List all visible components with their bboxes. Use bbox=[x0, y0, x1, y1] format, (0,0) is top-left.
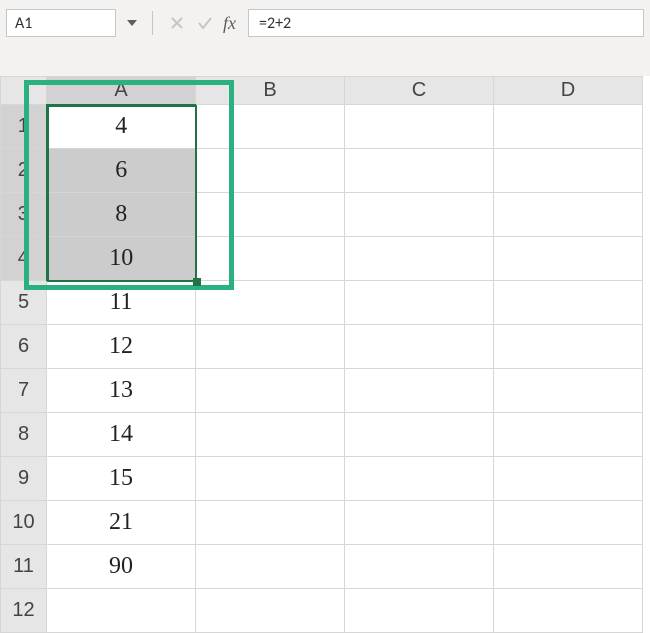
cell-d10[interactable] bbox=[494, 501, 643, 545]
cell-d2[interactable] bbox=[494, 149, 643, 193]
cell-d7[interactable] bbox=[494, 369, 643, 413]
formula-input[interactable]: =2+2 bbox=[248, 9, 644, 37]
cell-c12[interactable] bbox=[345, 589, 494, 633]
cell-d12[interactable] bbox=[494, 589, 643, 633]
cell-b12[interactable] bbox=[196, 589, 345, 633]
cell-a7[interactable]: 13 bbox=[47, 369, 196, 413]
cell-d11[interactable] bbox=[494, 545, 643, 589]
cell-a8[interactable]: 14 bbox=[47, 413, 196, 457]
cell-d9[interactable] bbox=[494, 457, 643, 501]
cancel-icon bbox=[163, 10, 191, 36]
cell-a1[interactable]: 4 bbox=[47, 105, 196, 149]
cell-b1[interactable] bbox=[196, 105, 345, 149]
cell-c4[interactable] bbox=[345, 237, 494, 281]
row-header-1[interactable]: 1 bbox=[1, 105, 47, 149]
cell-a11[interactable]: 90 bbox=[47, 545, 196, 589]
cell-b4[interactable] bbox=[196, 237, 345, 281]
cell-c1[interactable] bbox=[345, 105, 494, 149]
row-header-11[interactable]: 11 bbox=[1, 545, 47, 589]
cell-c8[interactable] bbox=[345, 413, 494, 457]
row-header-3[interactable]: 3 bbox=[1, 193, 47, 237]
name-box[interactable]: A1 bbox=[6, 9, 116, 37]
fill-handle[interactable] bbox=[193, 278, 201, 286]
col-header-d[interactable]: D bbox=[494, 77, 643, 105]
cell-b5[interactable] bbox=[196, 281, 345, 325]
cell-a3[interactable]: 8 bbox=[47, 193, 196, 237]
cell-b9[interactable] bbox=[196, 457, 345, 501]
row-header-9[interactable]: 9 bbox=[1, 457, 47, 501]
col-header-c[interactable]: C bbox=[345, 77, 494, 105]
cell-d8[interactable] bbox=[494, 413, 643, 457]
row-header-8[interactable]: 8 bbox=[1, 413, 47, 457]
cell-a4[interactable]: 10 bbox=[47, 237, 196, 281]
formula-value: =2+2 bbox=[259, 14, 291, 33]
row-header-4[interactable]: 4 bbox=[1, 237, 47, 281]
cell-a9[interactable]: 15 bbox=[47, 457, 196, 501]
cell-d6[interactable] bbox=[494, 325, 643, 369]
cell-c9[interactable] bbox=[345, 457, 494, 501]
row-header-10[interactable]: 10 bbox=[1, 501, 47, 545]
cell-b6[interactable] bbox=[196, 325, 345, 369]
row-header-12[interactable]: 12 bbox=[1, 589, 47, 633]
cell-b8[interactable] bbox=[196, 413, 345, 457]
cell-d5[interactable] bbox=[494, 281, 643, 325]
cell-d4[interactable] bbox=[494, 237, 643, 281]
name-box-value: A1 bbox=[15, 14, 32, 33]
cell-c6[interactable] bbox=[345, 325, 494, 369]
row-header-6[interactable]: 6 bbox=[1, 325, 47, 369]
row-header-5[interactable]: 5 bbox=[1, 281, 47, 325]
col-header-b[interactable]: B bbox=[196, 77, 345, 105]
name-box-dropdown[interactable] bbox=[122, 20, 142, 26]
cell-a2[interactable]: 6 bbox=[47, 149, 196, 193]
divider bbox=[152, 11, 153, 35]
cell-d1[interactable] bbox=[494, 105, 643, 149]
enter-icon bbox=[191, 10, 219, 36]
row-header-7[interactable]: 7 bbox=[1, 369, 47, 413]
cell-a12[interactable] bbox=[47, 589, 196, 633]
cell-c3[interactable] bbox=[345, 193, 494, 237]
select-all-corner[interactable] bbox=[1, 77, 47, 105]
cell-c7[interactable] bbox=[345, 369, 494, 413]
cell-b10[interactable] bbox=[196, 501, 345, 545]
cell-b11[interactable] bbox=[196, 545, 345, 589]
cell-c11[interactable] bbox=[345, 545, 494, 589]
cell-b2[interactable] bbox=[196, 149, 345, 193]
ribbon-gap bbox=[0, 46, 650, 76]
cell-c10[interactable] bbox=[345, 501, 494, 545]
row-header-2[interactable]: 2 bbox=[1, 149, 47, 193]
cell-a10[interactable]: 21 bbox=[47, 501, 196, 545]
cell-d3[interactable] bbox=[494, 193, 643, 237]
cell-a5[interactable]: 11 bbox=[47, 281, 196, 325]
cell-b3[interactable] bbox=[196, 193, 345, 237]
cell-a6[interactable]: 12 bbox=[47, 325, 196, 369]
col-header-a[interactable]: A bbox=[47, 77, 196, 105]
formula-bar: A1 fx =2+2 bbox=[0, 0, 650, 46]
cell-c5[interactable] bbox=[345, 281, 494, 325]
cell-c2[interactable] bbox=[345, 149, 494, 193]
cell-b7[interactable] bbox=[196, 369, 345, 413]
insert-function-button[interactable]: fx bbox=[223, 13, 236, 34]
spreadsheet-grid[interactable]: A B C D 1 4 2 6 3 8 4 10 bbox=[0, 76, 650, 633]
